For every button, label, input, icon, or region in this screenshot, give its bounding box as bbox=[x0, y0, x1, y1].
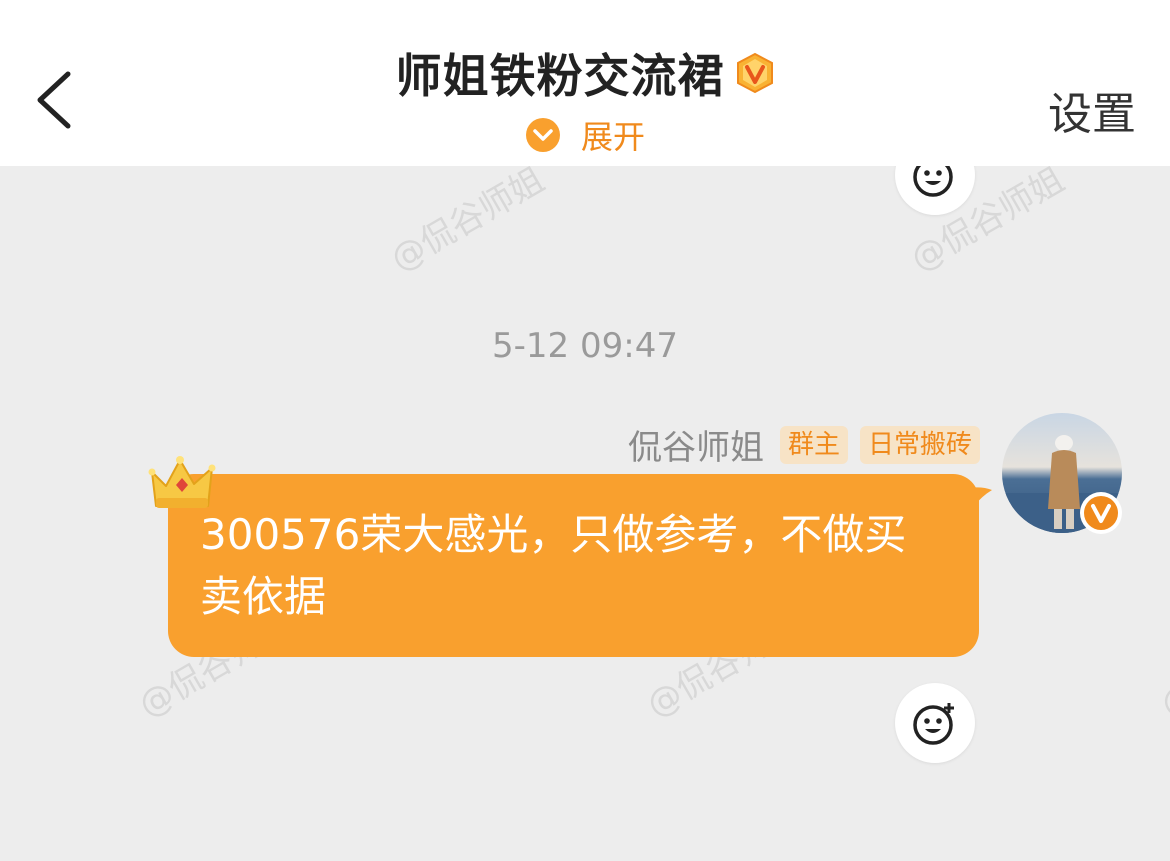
reaction-button[interactable] bbox=[895, 683, 975, 763]
chat-header: 师姐铁粉交流裙 展开 设置 bbox=[0, 0, 1170, 166]
watermark: @侃谷师姐 bbox=[384, 159, 552, 280]
group-title: 师姐铁粉交流裙 bbox=[395, 49, 725, 103]
emoji-add-icon bbox=[913, 703, 954, 745]
sender-name: 侃谷师姐 bbox=[627, 428, 764, 468]
expand-row: 展开 bbox=[0, 112, 1170, 158]
vip-badge-icon bbox=[736, 52, 773, 94]
message-timestamp: 5-12 09:47 bbox=[492, 326, 678, 366]
expand-label: 展开 bbox=[580, 118, 645, 156]
expand-button[interactable]: 展开 bbox=[525, 112, 645, 158]
sender-info: 侃谷师姐 群主 日常搬砖 bbox=[628, 420, 980, 469]
verified-v-icon bbox=[1084, 496, 1118, 530]
member-title-tag: 日常搬砖 bbox=[859, 425, 980, 464]
settings-button[interactable]: 设置 bbox=[1048, 78, 1136, 142]
message-bubble[interactable]: 300576荣大感光，只做参考，不做买卖依据 bbox=[168, 474, 979, 657]
title-row: 师姐铁粉交流裙 bbox=[0, 40, 1170, 110]
watermark: @侃谷师姐 bbox=[1154, 605, 1170, 726]
chevron-down-circle-icon bbox=[525, 118, 560, 152]
verified-badge bbox=[1080, 492, 1122, 534]
role-tag-owner: 群主 bbox=[779, 425, 848, 464]
crown-icon bbox=[148, 456, 216, 508]
